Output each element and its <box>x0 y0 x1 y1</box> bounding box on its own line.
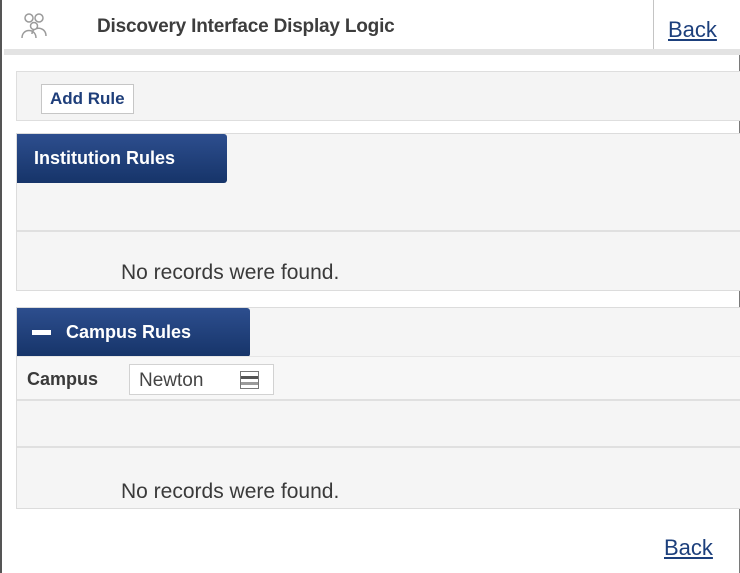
campus-rules-separator <box>17 446 740 448</box>
institution-rules-separator <box>17 230 740 232</box>
campus-filter-row: Campus Newton <box>17 356 740 401</box>
minus-icon[interactable] <box>32 330 51 335</box>
institution-rules-empty-message: No records were found. <box>121 261 340 284</box>
page-title: Discovery Interface Display Logic <box>97 16 395 37</box>
campus-filter-label: Campus <box>27 369 99 389</box>
page-frame: Discovery Interface Display Logic Back A… <box>0 0 740 573</box>
campus-rules-tab[interactable]: Campus Rules <box>17 308 250 357</box>
campus-rules-panel: Campus Rules Campus Newton No records we… <box>16 307 740 509</box>
campus-rules-tab-label: Campus Rules <box>66 322 192 342</box>
toolbar: Add Rule <box>16 71 740 121</box>
institution-rules-tab: Institution Rules <box>17 134 227 183</box>
page-header: Discovery Interface Display Logic Back <box>4 0 740 55</box>
users-icon <box>20 11 48 41</box>
institution-rules-panel: Institution Rules No records were found. <box>16 133 740 291</box>
campus-select[interactable]: Newton <box>129 364 274 395</box>
header-divider <box>653 0 654 49</box>
back-link-bottom[interactable]: Back <box>664 535 713 561</box>
dropdown-list-icon[interactable] <box>240 371 259 389</box>
campus-select-value: Newton <box>139 370 204 391</box>
add-rule-button[interactable]: Add Rule <box>41 84 134 114</box>
campus-rules-empty-message: No records were found. <box>121 480 340 503</box>
back-link-top[interactable]: Back <box>668 17 717 43</box>
